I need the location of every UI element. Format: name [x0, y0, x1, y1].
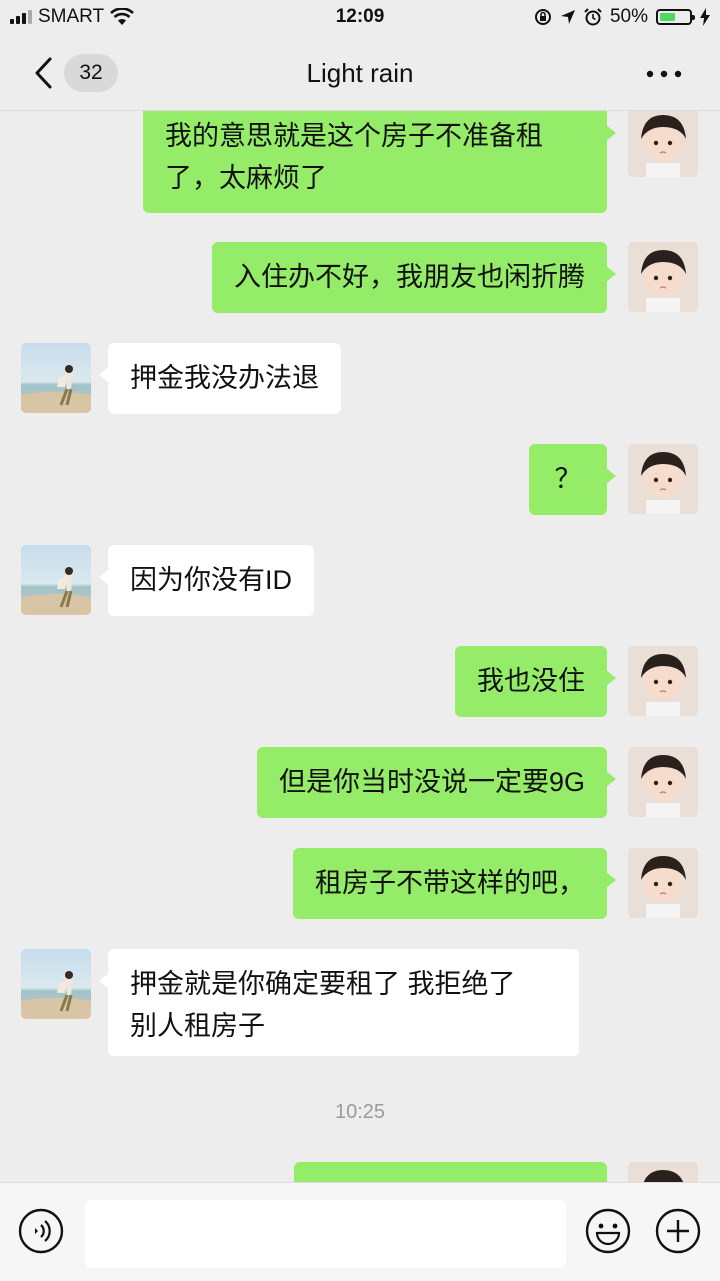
battery-percent: 50%	[609, 6, 648, 27]
location-icon	[560, 10, 575, 24]
contact-avatar[interactable]	[21, 545, 91, 615]
message-bubble[interactable]: 我的意思就是这个房子不准备租 了，太麻烦了	[143, 111, 616, 213]
status-bar: SMART 12:09 50%	[0, 0, 720, 38]
emoji-icon[interactable]	[585, 1208, 631, 1254]
my-avatar[interactable]	[628, 1162, 698, 1182]
message-bubble[interactable]: 租房子不带这样的吧，	[293, 848, 616, 919]
message-bubble[interactable]: 因为你没有ID	[99, 545, 314, 616]
my-avatar[interactable]	[628, 646, 698, 716]
message-input[interactable]	[85, 1200, 566, 1268]
charging-icon	[700, 8, 710, 26]
input-bar	[0, 1182, 720, 1281]
message-bubble[interactable]: ？	[529, 444, 616, 515]
message-bubble-partial[interactable]	[294, 1162, 607, 1182]
chat-title: Light rain	[306, 58, 414, 88]
timestamp: 10:25	[334, 1101, 386, 1123]
contact-avatar[interactable]	[21, 949, 91, 1019]
message-bubble[interactable]: 我也没住	[455, 646, 616, 717]
battery-icon	[656, 9, 695, 25]
my-avatar[interactable]	[628, 848, 698, 918]
status-right: 50%	[534, 6, 710, 28]
my-avatar[interactable]	[628, 242, 698, 312]
alarm-icon	[584, 8, 602, 26]
my-avatar[interactable]	[628, 444, 698, 514]
message-bubble[interactable]: 但是你当时没说一定要9G	[256, 747, 617, 818]
message-bubble[interactable]: 押金就是你确定要租了 我拒绝了 别人租房子	[99, 949, 579, 1056]
more-options-icon[interactable]	[646, 70, 682, 78]
rotation-lock-icon	[534, 9, 551, 25]
my-avatar[interactable]	[628, 747, 698, 817]
nav-bar: 32 Light rain	[0, 38, 720, 111]
message-bubble[interactable]: 押金我没办法退	[99, 343, 341, 414]
message-list[interactable]: 我的意思就是这个房子不准备租 了，太麻烦了 入住办不好，我朋友也闲折腾 押金我没…	[0, 111, 720, 1182]
my-avatar[interactable]	[628, 111, 698, 177]
contact-avatar[interactable]	[21, 343, 91, 413]
voice-input-icon[interactable]	[18, 1208, 64, 1254]
add-icon[interactable]	[655, 1208, 701, 1254]
message-bubble[interactable]: 入住办不好，我朋友也闲折腾	[212, 242, 616, 313]
